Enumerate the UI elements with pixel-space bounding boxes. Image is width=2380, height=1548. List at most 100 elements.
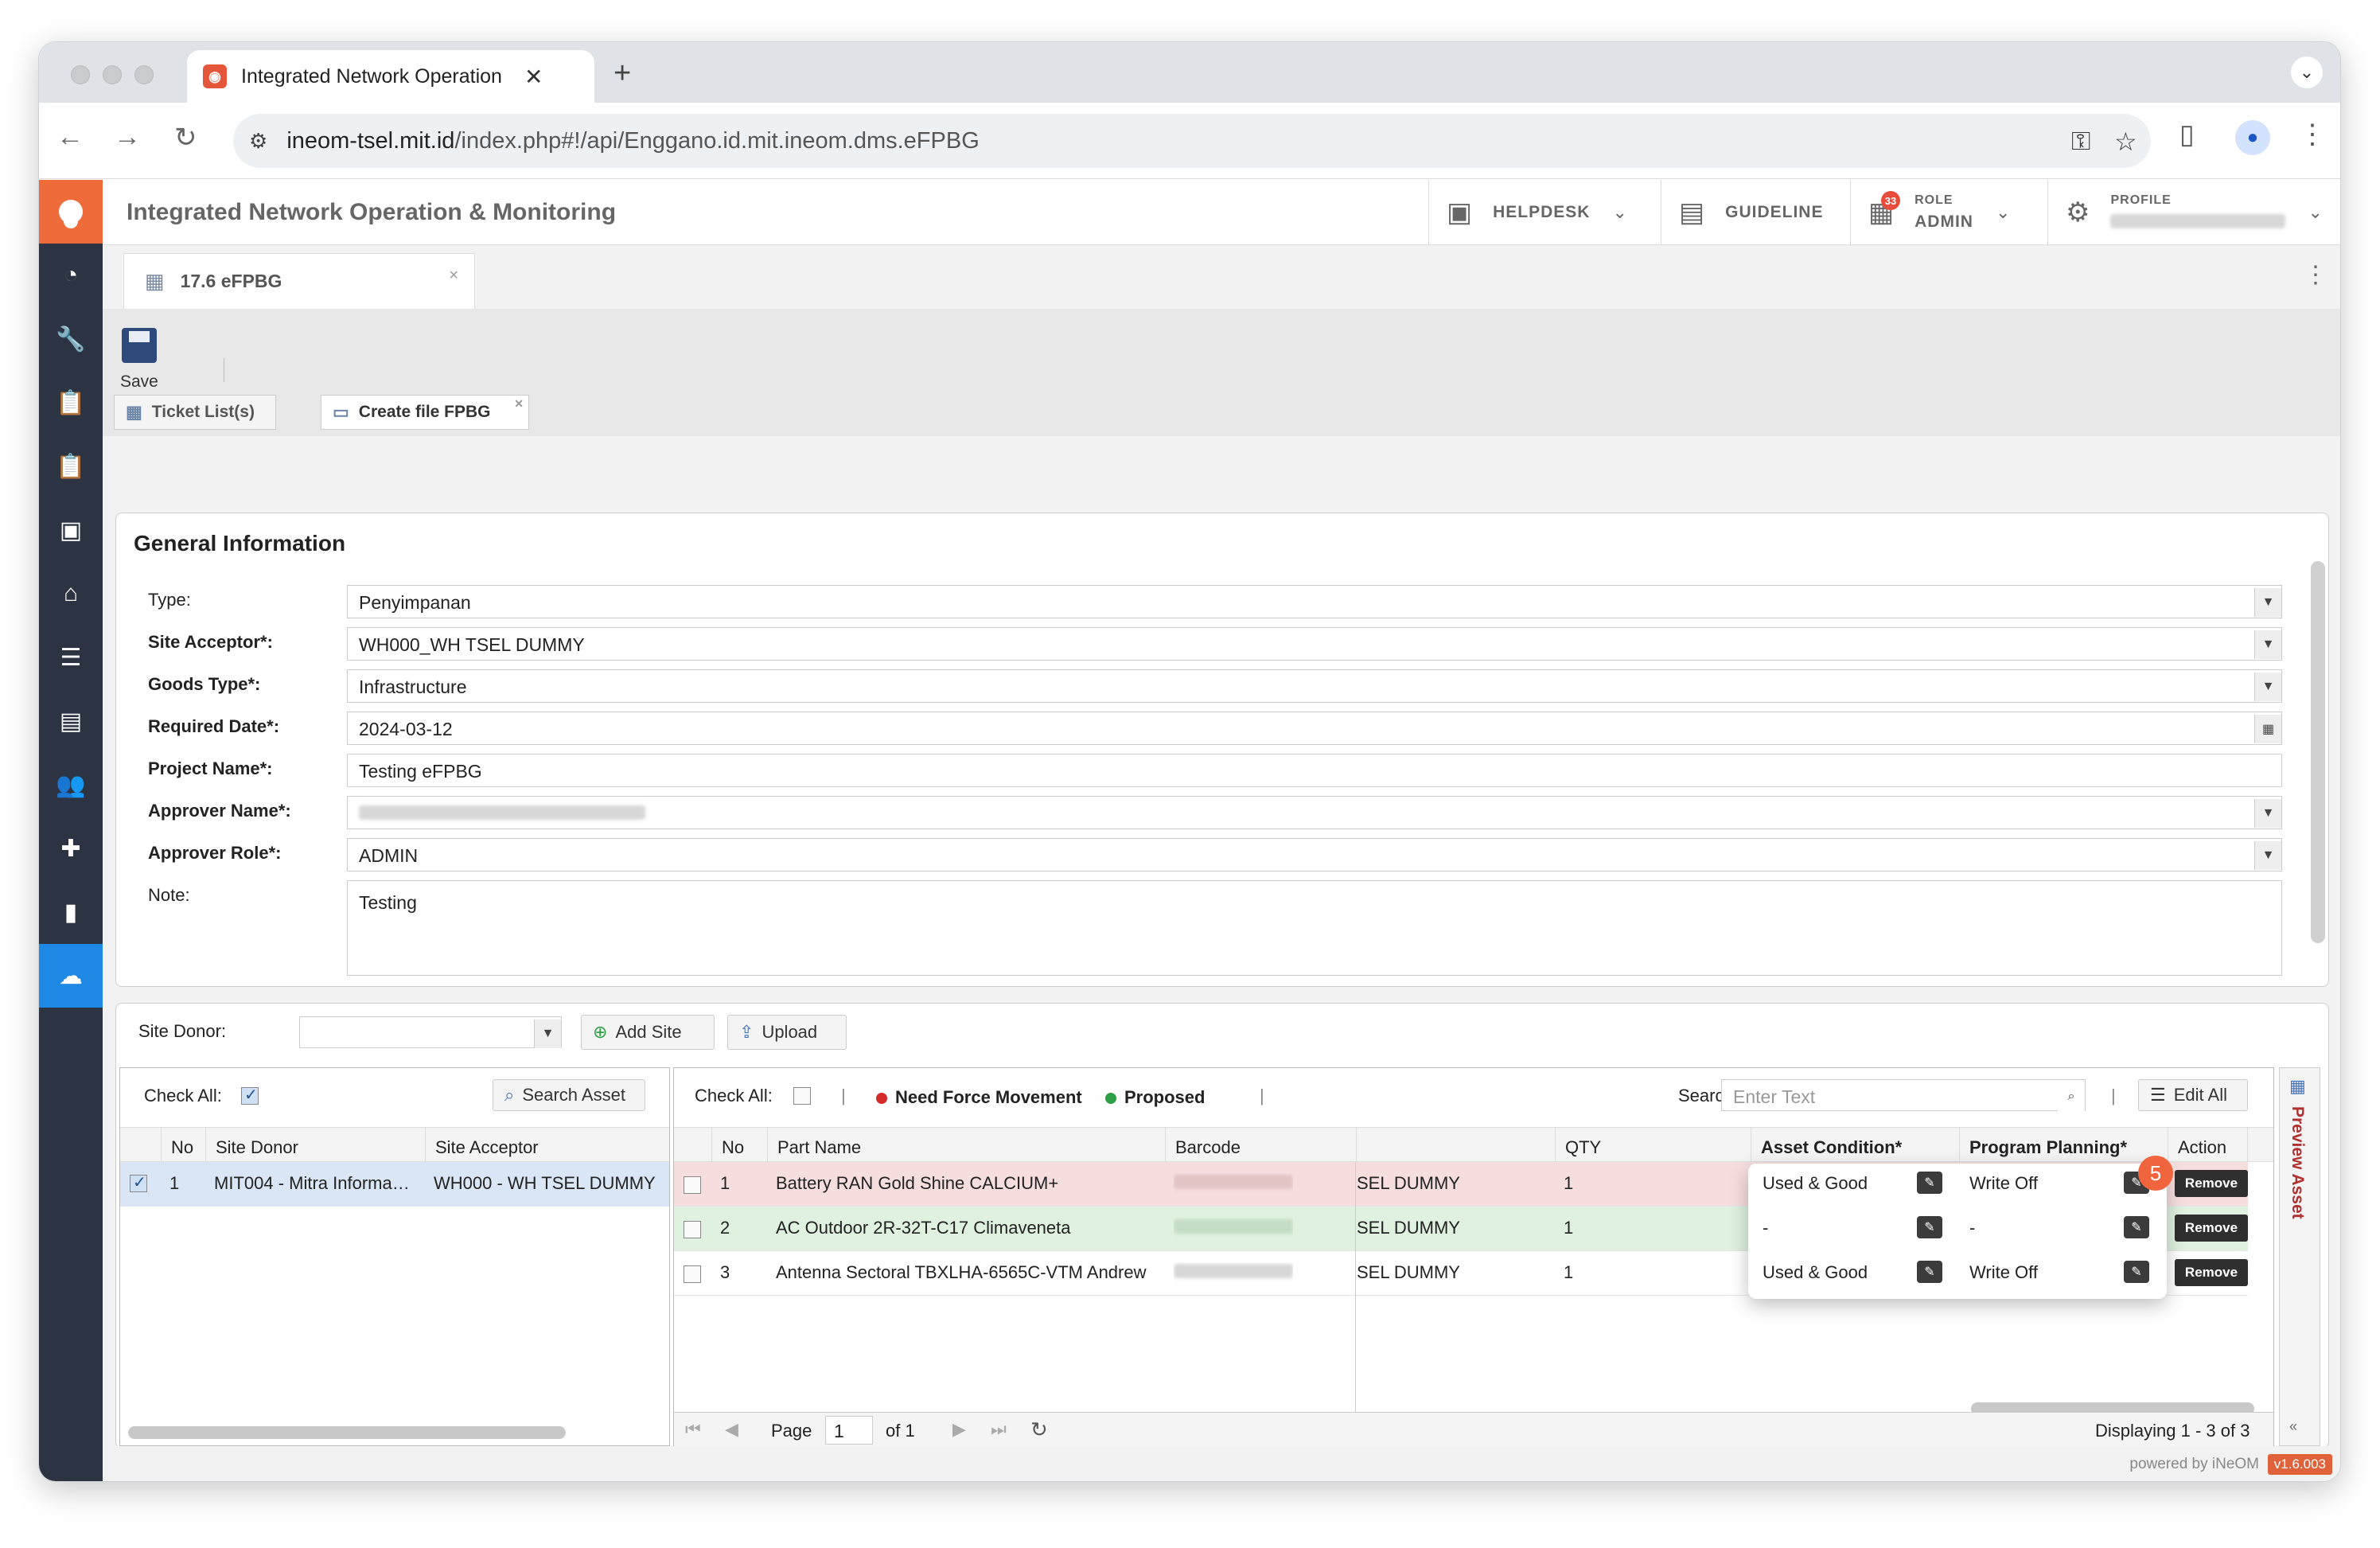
remove-button[interactable]: Remove bbox=[2175, 1215, 2248, 1242]
row-checkbox[interactable] bbox=[684, 1265, 701, 1283]
browser-tab[interactable]: ◉ Integrated Network Operation ✕ bbox=[187, 50, 594, 103]
row-checkbox[interactable] bbox=[684, 1176, 701, 1194]
image-icon[interactable]: ▣ bbox=[39, 498, 103, 562]
wrench-icon[interactable]: 🔧 bbox=[39, 307, 103, 371]
goods-type-select[interactable]: Infrastructure ▼ bbox=[347, 669, 2282, 703]
site-info-icon[interactable]: ⚙ bbox=[249, 129, 267, 154]
col-barcode[interactable]: Barcode bbox=[1166, 1128, 1357, 1163]
preview-asset-panel[interactable]: ▦ Preview Asset « bbox=[2279, 1067, 2320, 1446]
bookmark-star-icon[interactable]: ☆ bbox=[2114, 127, 2137, 157]
first-page-icon[interactable]: ⏮ bbox=[685, 1419, 701, 1440]
chevron-down-icon[interactable]: ▼ bbox=[2254, 673, 2281, 701]
col-no[interactable]: No bbox=[712, 1128, 768, 1163]
remove-button[interactable]: Remove bbox=[2175, 1259, 2248, 1286]
edit-pencil-icon[interactable]: ✎ bbox=[1917, 1172, 1942, 1194]
prev-page-icon[interactable]: ◀ bbox=[725, 1419, 738, 1440]
tab-close-icon[interactable]: ✕ bbox=[524, 64, 543, 90]
tab-close-icon[interactable]: ✕ bbox=[514, 397, 524, 411]
col-part-name[interactable]: Part Name bbox=[768, 1128, 1166, 1163]
document-tab-close-icon[interactable]: × bbox=[449, 267, 458, 285]
edit-pencil-icon[interactable]: ✎ bbox=[1917, 1261, 1942, 1283]
search-input[interactable]: Enter Text ⌕ bbox=[1721, 1079, 2086, 1111]
table-row[interactable]: 1 MIT004 - Mitra Informa… WH000 - WH TSE… bbox=[120, 1162, 669, 1207]
type-select[interactable]: Penyimpanan ▼ bbox=[347, 585, 2282, 618]
side-panel-icon[interactable]: ▯ bbox=[2179, 119, 2195, 150]
collapse-icon[interactable]: « bbox=[2289, 1418, 2297, 1435]
project-name-input[interactable]: Testing eFPBG bbox=[347, 754, 2282, 787]
approver-role-select[interactable]: ADMIN ▼ bbox=[347, 838, 2282, 871]
site-donor-select[interactable]: ▼ bbox=[299, 1016, 562, 1048]
col-program-planning[interactable]: Program Planning* bbox=[1960, 1128, 2168, 1163]
upload-button[interactable]: ⇪ Upload bbox=[727, 1015, 847, 1050]
chevron-down-icon[interactable]: ▼ bbox=[2254, 630, 2281, 659]
more-options-icon[interactable]: ⋮ bbox=[2304, 261, 2327, 289]
col-asset-condition[interactable]: Asset Condition* bbox=[1751, 1128, 1960, 1163]
add-site-button[interactable]: ⊕ Add Site bbox=[581, 1015, 715, 1050]
row-checkbox[interactable] bbox=[684, 1221, 701, 1238]
edit-pencil-icon[interactable]: ✎ bbox=[1917, 1216, 1942, 1238]
required-date-input[interactable]: 2024-03-12 ▦ bbox=[347, 712, 2282, 745]
asset-check-all-checkbox[interactable] bbox=[793, 1087, 811, 1105]
col-qty[interactable]: QTY bbox=[1556, 1128, 1751, 1163]
tab-search-icon[interactable]: ⌄ bbox=[2291, 57, 2323, 88]
reload-icon[interactable]: ↻ bbox=[174, 122, 197, 154]
browser-menu-icon[interactable]: ⋮ bbox=[2299, 119, 2326, 150]
remove-button[interactable]: Remove bbox=[2175, 1170, 2248, 1197]
edit-all-button[interactable]: ☰ Edit All bbox=[2138, 1079, 2248, 1111]
new-tab-button[interactable]: + bbox=[614, 57, 631, 91]
site-check-all-checkbox[interactable] bbox=[241, 1085, 259, 1105]
chevron-down-icon[interactable]: ▼ bbox=[2254, 799, 2281, 828]
save-button[interactable]: Save bbox=[120, 328, 158, 392]
back-arrow-icon[interactable]: ← bbox=[56, 122, 84, 153]
cloud-icon[interactable]: ☁ bbox=[39, 944, 103, 1008]
col-action[interactable]: Action bbox=[2168, 1128, 2248, 1163]
server-icon[interactable]: ☰ bbox=[39, 626, 103, 689]
task-list-icon[interactable]: 📋 bbox=[39, 435, 103, 498]
site-grid-scrollbar[interactable] bbox=[128, 1426, 566, 1439]
address-bar[interactable]: ⚙ ineom-tsel.mit.id/index.php#!/api/Engg… bbox=[233, 114, 2151, 168]
browser-tab-title: Integrated Network Operation bbox=[241, 64, 502, 88]
calendar-picker-icon[interactable]: ▦ bbox=[2254, 715, 2281, 743]
search-asset-button[interactable]: ⌕ Search Asset bbox=[493, 1079, 645, 1111]
store-icon[interactable]: ⌂ bbox=[39, 562, 103, 626]
edit-pencil-icon[interactable]: ✎ bbox=[2124, 1216, 2149, 1238]
role-menu[interactable]: ▦ 33 ROLE ADMIN ⌄ bbox=[1850, 180, 2047, 245]
note-textarea[interactable]: Testing bbox=[347, 880, 2282, 976]
col-site-acceptor[interactable]: Site Acceptor bbox=[426, 1128, 669, 1163]
helpdesk-menu[interactable]: ▣ HELPDESK ⌄ bbox=[1428, 180, 1661, 245]
chevron-down-icon[interactable]: ▼ bbox=[2254, 588, 2281, 617]
clipboard-icon[interactable]: 📋 bbox=[39, 371, 103, 435]
col-no[interactable]: No bbox=[162, 1128, 206, 1163]
users-icon[interactable]: 👥 bbox=[39, 753, 103, 817]
col-site[interactable] bbox=[1357, 1128, 1556, 1163]
book-icon[interactable]: ▮ bbox=[39, 880, 103, 944]
last-page-icon[interactable]: ⏭ bbox=[991, 1419, 1007, 1440]
site-acceptor-select[interactable]: WH000_WH TSEL DUMMY ▼ bbox=[347, 627, 2282, 661]
document-tab[interactable]: ▦ 17.6 eFPBG × bbox=[123, 253, 475, 309]
forward-arrow-icon[interactable]: → bbox=[114, 122, 141, 153]
edit-pencil-icon[interactable]: ✎ bbox=[2124, 1261, 2149, 1283]
row-checkbox[interactable] bbox=[130, 1172, 147, 1192]
archive-icon[interactable]: ▤ bbox=[39, 689, 103, 753]
puzzle-icon[interactable]: ✚ bbox=[39, 817, 103, 880]
guideline-menu[interactable]: ▤ GUIDELINE bbox=[1661, 180, 1850, 245]
search-icon[interactable]: ⌕ bbox=[2058, 1082, 2085, 1111]
approver-name-select[interactable]: ▼ bbox=[347, 796, 2282, 829]
panel-scrollbar[interactable] bbox=[2311, 561, 2325, 943]
refresh-icon[interactable]: ↻ bbox=[1030, 1417, 1048, 1442]
col-site-donor[interactable]: Site Donor bbox=[206, 1128, 426, 1163]
tab-ticket-list[interactable]: ▦ Ticket List(s) bbox=[114, 395, 276, 430]
window-minimize-dot[interactable] bbox=[103, 65, 122, 84]
app-logo-icon[interactable] bbox=[39, 180, 103, 244]
page-number-input[interactable]: 1 bbox=[825, 1416, 873, 1445]
dashboard-icon[interactable]: ◔ bbox=[39, 244, 103, 307]
chevron-down-icon[interactable]: ▼ bbox=[534, 1020, 561, 1048]
chevron-down-icon[interactable]: ▼ bbox=[2254, 841, 2281, 870]
profile-avatar-icon[interactable]: ● bbox=[2235, 120, 2270, 155]
tab-create-file-fpbg[interactable]: ▭ Create file FPBG ✕ bbox=[321, 395, 529, 430]
window-close-dot[interactable] bbox=[71, 65, 90, 84]
password-key-icon[interactable]: ⚿ bbox=[2071, 127, 2090, 157]
next-page-icon[interactable]: ▶ bbox=[952, 1419, 966, 1440]
window-zoom-dot[interactable] bbox=[134, 65, 154, 84]
profile-menu[interactable]: ⚙ PROFILE ⌄ bbox=[2047, 180, 2340, 245]
